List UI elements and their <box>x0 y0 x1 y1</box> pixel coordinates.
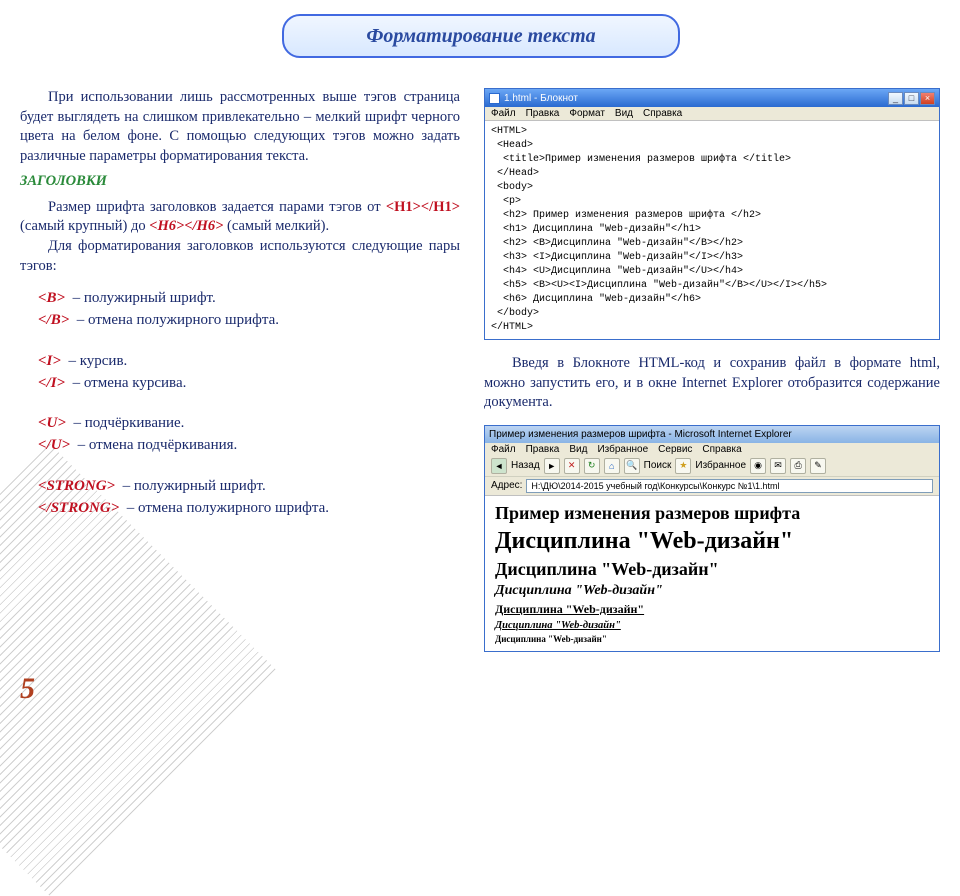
tag-b-open-desc: – полужирный шрифт. <box>73 290 216 306</box>
notepad-titlebar: 1.html - Блокнот _ □ × <box>485 89 939 107</box>
close-button[interactable]: × <box>920 92 935 105</box>
back-label: Назад <box>511 460 540 471</box>
ie-menu-fav[interactable]: Избранное <box>597 444 648 455</box>
edit-button[interactable]: ✎ <box>810 458 826 474</box>
subheading: ЗАГОЛОВКИ <box>20 172 460 192</box>
tag-strong-close-desc: – отмена полужирного шрифта. <box>127 500 329 516</box>
home-button[interactable]: ⌂ <box>604 458 620 474</box>
ie-menu-tools[interactable]: Сервис <box>658 444 692 455</box>
notepad-title: 1.html - Блокнот <box>504 93 888 104</box>
ie-h6: Дисциплина "Web-дизайн" <box>495 634 929 644</box>
notepad-window: 1.html - Блокнот _ □ × Файл Правка Форма… <box>484 88 940 340</box>
tag-u-open-desc: – подчёркивание. <box>73 415 184 431</box>
ie-titlebar: Пример изменения размеров шрифта - Micro… <box>485 426 939 443</box>
ie-menu-view[interactable]: Вид <box>569 444 587 455</box>
menu-help[interactable]: Справка <box>643 108 682 119</box>
tag-b-close-desc: – отмена полужирного шрифта. <box>77 312 279 328</box>
forward-button[interactable]: ► <box>544 458 560 474</box>
tag-u-close: </U> <box>38 437 70 453</box>
heading-desc-1: Размер шрифта заголовков задается парами… <box>20 198 460 237</box>
tag-b-open: <B> <box>38 290 65 306</box>
notepad-menu: Файл Правка Формат Вид Справка <box>485 107 939 121</box>
ie-h2: Пример изменения размеров шрифта <box>495 503 929 524</box>
stop-button[interactable]: ✕ <box>564 458 580 474</box>
tag-i-open: <I> <box>38 353 61 369</box>
code-h1-open: <H1> <box>386 199 421 215</box>
minimize-button[interactable]: _ <box>888 92 903 105</box>
tag-list: <B> – полужирный шрифт. </B> – отмена по… <box>38 288 460 518</box>
ie-window: Пример изменения размеров шрифта - Micro… <box>484 425 940 652</box>
ie-menu: Файл Правка Вид Избранное Сервис Справка <box>485 443 939 456</box>
tag-u-open: <U> <box>38 415 66 431</box>
left-column: При использовании лишь рассмотренных выш… <box>20 88 460 520</box>
tag-i-close: </I> <box>38 375 65 391</box>
notepad-body[interactable]: <HTML> <Head> <title>Пример изменения ра… <box>485 121 939 339</box>
ie-h5: Дисциплина "Web-дизайн" <box>495 620 929 631</box>
ie-h2b: Дисциплина "Web-дизайн" <box>495 559 929 580</box>
refresh-button[interactable]: ↻ <box>584 458 600 474</box>
favorites-button[interactable]: ★ <box>675 458 691 474</box>
menu-view[interactable]: Вид <box>615 108 633 119</box>
ie-buttons: ◄ Назад ► ✕ ↻ ⌂ 🔍 Поиск ★ Избранное ◉ ✉ … <box>485 456 939 476</box>
ie-h4: Дисциплина "Web-дизайн" <box>495 602 929 617</box>
tag-strong-close: </STRONG> <box>38 500 119 516</box>
tag-strong-open: <STRONG> <box>38 478 115 494</box>
mail-button[interactable]: ✉ <box>770 458 786 474</box>
ie-menu-file[interactable]: Файл <box>491 444 516 455</box>
tag-strong-open-desc: – полужирный шрифт. <box>123 478 266 494</box>
ie-menu-help[interactable]: Справка <box>702 444 741 455</box>
intro-paragraph: При использовании лишь рассмотренных выш… <box>20 88 460 166</box>
search-button[interactable]: 🔍 <box>624 458 640 474</box>
print-button[interactable]: ⎙ <box>790 458 806 474</box>
ie-h3: Дисциплина "Web-дизайн" <box>495 583 929 599</box>
fav-label: Избранное <box>695 460 746 471</box>
ie-menu-edit[interactable]: Правка <box>526 444 560 455</box>
addr-label: Адрес: <box>491 480 522 491</box>
right-column: 1.html - Блокнот _ □ × Файл Правка Форма… <box>484 88 940 652</box>
ie-addressbar: Адрес: H:\ДЮ\2014-2015 учебный год\Конку… <box>485 476 939 495</box>
text: (самый крупный) до <box>20 218 149 234</box>
ie-h1: Дисциплина "Web-дизайн" <box>495 528 929 555</box>
back-button[interactable]: ◄ <box>491 458 507 474</box>
right-paragraph: Введя в Блокноте HTML-код и сохранив фай… <box>484 354 940 413</box>
tag-i-open-desc: – курсив. <box>68 353 127 369</box>
text: Размер шрифта заголовков задается парами… <box>48 199 386 215</box>
heading-desc-2: Для форматирования заголовков используют… <box>20 237 460 276</box>
tag-u-close-desc: – отмена подчёркивания. <box>78 437 238 453</box>
search-label: Поиск <box>644 460 672 471</box>
page-title: Форматирование текста <box>282 14 680 58</box>
menu-edit[interactable]: Правка <box>526 108 560 119</box>
ie-title: Пример изменения размеров шрифта - Micro… <box>489 429 792 440</box>
page-number: 5 <box>20 672 35 706</box>
menu-format[interactable]: Формат <box>569 108 605 119</box>
code-h6-open: <H6> <box>149 218 184 234</box>
ie-toolbar: Файл Правка Вид Избранное Сервис Справка… <box>485 443 939 496</box>
code-h6-close: </H6> <box>184 218 223 234</box>
tag-b-close: </B> <box>38 312 69 328</box>
menu-file[interactable]: Файл <box>491 108 516 119</box>
ie-body: Пример изменения размеров шрифта Дисципл… <box>485 496 939 651</box>
code-h1-close: </H1> <box>421 199 460 215</box>
maximize-button[interactable]: □ <box>904 92 919 105</box>
address-input[interactable]: H:\ДЮ\2014-2015 учебный год\Конкурсы\Кон… <box>526 479 933 493</box>
media-button[interactable]: ◉ <box>750 458 766 474</box>
tag-i-close-desc: – отмена курсива. <box>73 375 187 391</box>
notepad-icon <box>489 93 500 104</box>
text: (самый мелкий). <box>223 218 329 234</box>
